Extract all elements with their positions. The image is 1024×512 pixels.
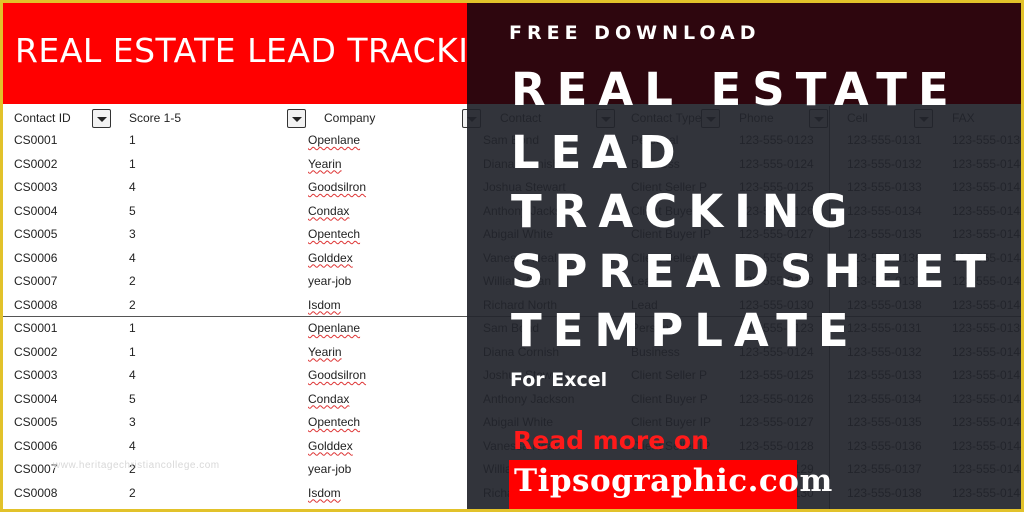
cell-company[interactable]: Openlane: [308, 317, 360, 341]
cell-company[interactable]: Golddex: [308, 247, 353, 271]
cell-company[interactable]: Yearin: [308, 341, 342, 365]
free-download-label: FREE DOWNLOAD: [509, 22, 761, 44]
for-excel-subtitle: For Excel: [510, 369, 608, 391]
cell-company[interactable]: Opentech: [308, 223, 360, 247]
cell-contact-id[interactable]: CS0001: [14, 129, 57, 153]
banner-frame: REAL ESTATE LEAD TRACKING Contact ID Sco…: [3, 3, 1021, 509]
cell-company[interactable]: Goodsilron: [308, 176, 366, 200]
cell-contact-id[interactable]: CS0004: [14, 388, 57, 412]
headline-line-1: REAL ESTATE: [511, 63, 960, 116]
cell-contact-id[interactable]: CS0002: [14, 341, 57, 365]
cell-score[interactable]: 4: [129, 364, 136, 388]
cell-score[interactable]: 4: [129, 176, 136, 200]
cell-score[interactable]: 4: [129, 247, 136, 271]
headline-line-5: TEMPLATE: [511, 304, 860, 357]
cell-contact-id[interactable]: CS0003: [14, 176, 57, 200]
headline-line-2: LEAD: [511, 126, 687, 179]
sheet-title: REAL ESTATE LEAD TRACKING: [15, 31, 520, 70]
cell-contact-id[interactable]: CS0004: [14, 200, 57, 224]
cell-company[interactable]: Isdom: [308, 482, 341, 506]
cell-company[interactable]: year-job: [308, 458, 351, 482]
cell-company[interactable]: Isdom: [308, 294, 341, 318]
cell-contact-id[interactable]: CS0003: [14, 364, 57, 388]
cell-contact-id[interactable]: CS0008: [14, 294, 57, 318]
cell-score[interactable]: 3: [129, 223, 136, 247]
filter-dropdown-contact-id[interactable]: [92, 109, 111, 128]
cell-company[interactable]: Yearin: [308, 153, 342, 177]
read-more-text: Read more on: [513, 426, 709, 455]
cell-contact-id[interactable]: CS0008: [14, 482, 57, 506]
cell-company[interactable]: Condax: [308, 200, 349, 224]
cell-company[interactable]: Golddex: [308, 435, 353, 459]
cell-score[interactable]: 5: [129, 388, 136, 412]
cell-contact-id[interactable]: CS0006: [14, 247, 57, 271]
cell-score[interactable]: 5: [129, 200, 136, 224]
site-link[interactable]: Tipsographic.com: [514, 463, 833, 499]
cell-score[interactable]: 4: [129, 435, 136, 459]
cell-contact-id[interactable]: CS0002: [14, 153, 57, 177]
column-header-company: Company: [324, 111, 376, 125]
cell-company[interactable]: Openlane: [308, 129, 360, 153]
cell-score[interactable]: 1: [129, 341, 136, 365]
cell-company[interactable]: Condax: [308, 388, 349, 412]
watermark: www.heritagechristiancollege.com: [53, 460, 220, 471]
cell-score[interactable]: 1: [129, 129, 136, 153]
cell-score[interactable]: 2: [129, 294, 136, 318]
cell-score[interactable]: 2: [129, 270, 136, 294]
cell-contact-id[interactable]: CS0005: [14, 411, 57, 435]
cell-score[interactable]: 1: [129, 317, 136, 341]
filter-dropdown-score[interactable]: [287, 109, 306, 128]
cell-contact-id[interactable]: CS0006: [14, 435, 57, 459]
headline-line-3: TRACKING: [511, 185, 859, 238]
cell-contact-id[interactable]: CS0007: [14, 270, 57, 294]
headline-line-4: SPREADSHEET: [511, 245, 998, 298]
cell-contact-id[interactable]: CS0005: [14, 223, 57, 247]
cell-score[interactable]: 2: [129, 482, 136, 506]
cell-score[interactable]: 1: [129, 153, 136, 177]
cell-company[interactable]: Opentech: [308, 411, 360, 435]
cell-contact-id[interactable]: CS0007: [14, 458, 57, 482]
cell-company[interactable]: year-job: [308, 270, 351, 294]
cell-contact-id[interactable]: CS0001: [14, 317, 57, 341]
column-header-score: Score 1-5: [129, 111, 182, 125]
column-header-contact-id: Contact ID: [14, 111, 71, 125]
cell-score[interactable]: 3: [129, 411, 136, 435]
cell-company[interactable]: Goodsilron: [308, 364, 366, 388]
